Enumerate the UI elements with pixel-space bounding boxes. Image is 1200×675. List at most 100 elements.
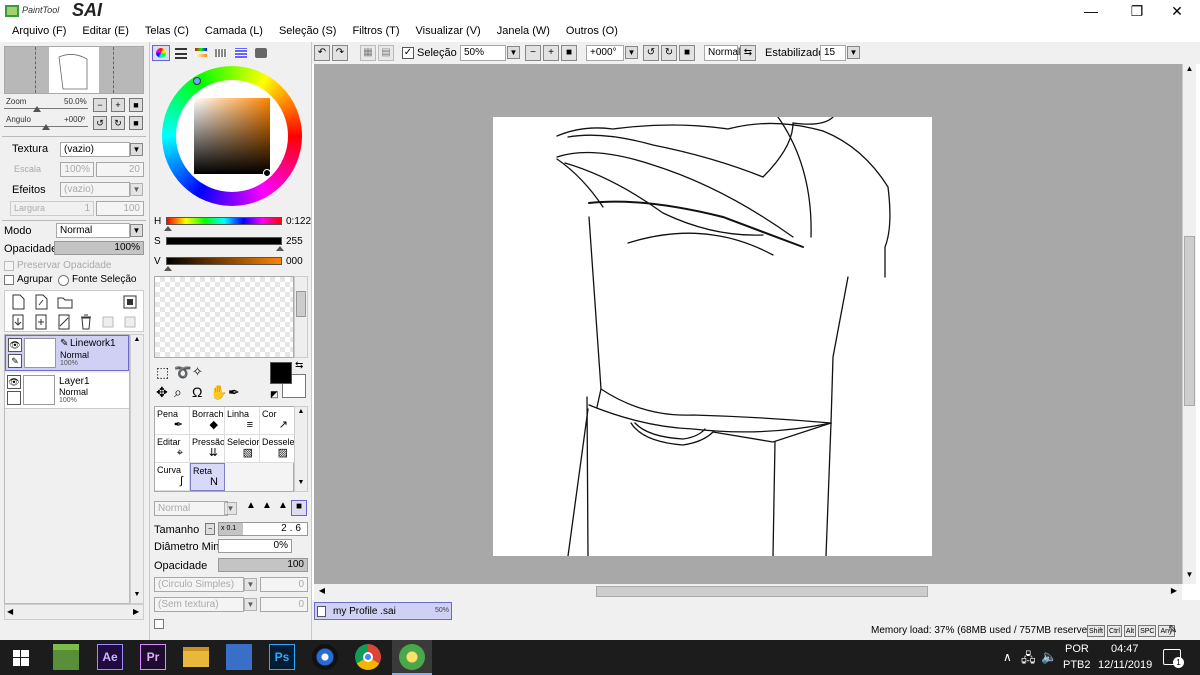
toolbar-rotate-left-button[interactable]: ↺ — [643, 45, 659, 61]
tool-selecior[interactable]: Selecior ▧ — [225, 435, 260, 463]
lasso-icon[interactable]: ➰ — [174, 364, 191, 381]
blend-mode-dropdown-icon[interactable]: ▼ — [130, 224, 143, 237]
value-slider[interactable] — [166, 257, 282, 265]
visual-studio-icon[interactable] — [226, 644, 252, 670]
edge-hard-icon[interactable]: ▲ — [275, 500, 291, 516]
brush-shape-select[interactable]: (Circulo Simples) — [154, 577, 244, 592]
menu-item-editar[interactable]: Editar (E) — [74, 22, 136, 42]
menu-item-outros[interactable]: Outros (O) — [558, 22, 626, 42]
texture-select[interactable]: (vazio) — [60, 142, 130, 157]
brush-lock-icon[interactable]: ✎ — [8, 354, 22, 368]
cinema4d-icon[interactable] — [312, 644, 338, 670]
color-bank-mode-icon[interactable] — [212, 45, 230, 61]
eye-icon[interactable]: 👁 — [8, 338, 22, 352]
hsv-slider-mode-icon[interactable] — [192, 45, 210, 61]
group-checkbox[interactable] — [4, 275, 14, 285]
texture-scale-field[interactable]: 100% — [60, 162, 94, 177]
rotate-icon[interactable]: Ω — [192, 384, 202, 400]
rotate-right-button[interactable]: ↻ — [111, 116, 125, 130]
toolbar-angle-select[interactable]: +000° — [586, 45, 624, 61]
clear-layer-icon[interactable] — [57, 314, 71, 330]
brush-texture-num[interactable]: 0 — [260, 597, 308, 612]
toolbar-zoom-in-button[interactable]: + — [543, 45, 559, 61]
minimize-button[interactable]: — — [1068, 0, 1114, 22]
tool-pressão[interactable]: Pressão ⇊ — [190, 435, 225, 463]
zoom-icon[interactable]: ⌕ — [174, 384, 182, 401]
tool-dessele[interactable]: Dessele ▨ — [260, 435, 295, 463]
toolbar-rotate-right-button[interactable]: ↻ — [661, 45, 677, 61]
invert-selection-button[interactable]: ▤ — [378, 45, 394, 61]
move-icon[interactable]: ✥ — [156, 384, 168, 401]
effects-width-field[interactable]: 1 — [10, 201, 94, 216]
canvas-vscroll-thumb[interactable] — [1184, 236, 1195, 406]
brush-blend-select[interactable]: Normal — [154, 501, 228, 516]
size-multiplier[interactable]: x 0.1 — [219, 523, 243, 535]
undo-button[interactable]: ↶ — [314, 45, 330, 61]
zoom-in-button[interactable]: + — [111, 98, 125, 112]
stabilizer-dropdown-icon[interactable]: ▼ — [847, 46, 860, 59]
canvas-vscroll[interactable]: ▲ ▼ — [1182, 64, 1196, 584]
navigator-preview[interactable] — [4, 46, 144, 94]
tool-grid-scrollbar[interactable]: ▲ ▼ — [294, 406, 308, 492]
swap-colors-icon[interactable]: ⇆ — [295, 360, 303, 371]
layer-row-linework1[interactable]: 👁 ✎ ✎ Linework1 Normal 100% — [5, 335, 129, 371]
scroll-down-icon[interactable]: ▼ — [1183, 570, 1196, 582]
texture-dropdown-icon[interactable]: ▼ — [130, 143, 143, 156]
swatch-area[interactable] — [154, 276, 294, 358]
menu-item-seleção[interactable]: Seleção (S) — [271, 22, 344, 42]
premiere-icon[interactable]: Pr — [140, 644, 166, 670]
layer-mask-icon[interactable] — [123, 295, 137, 309]
brush-shape-dropdown-icon[interactable]: ▼ — [244, 578, 257, 591]
size-decrease-button[interactable]: − — [205, 523, 215, 535]
saturation-slider-thumb[interactable] — [276, 246, 284, 251]
toolbar-zoom-reset-button[interactable]: ■ — [561, 45, 577, 61]
tray-chevron-icon[interactable]: ∧ — [1003, 650, 1012, 664]
hand-icon[interactable]: ✋ — [210, 384, 227, 401]
volume-icon[interactable]: 🔈 — [1041, 649, 1057, 665]
color-wheel-mode-icon[interactable] — [152, 45, 170, 61]
tool-editar[interactable]: Editar ⌖ — [155, 435, 190, 463]
saturation-value-square[interactable] — [194, 98, 270, 174]
clock-time[interactable]: 04:47 — [1111, 643, 1139, 655]
edge-soft-icon[interactable]: ▲ — [243, 500, 259, 516]
keyboard-layout[interactable]: PTB2 — [1063, 659, 1091, 671]
photoshop-icon[interactable]: Ps — [269, 644, 295, 670]
menu-item-janela[interactable]: Janela (W) — [489, 22, 558, 42]
clock-date[interactable]: 12/11/2019 — [1098, 659, 1152, 671]
eyedropper-icon[interactable]: ✒ — [228, 384, 240, 401]
toolbar-rotate-reset-button[interactable]: ■ — [679, 45, 695, 61]
brush-texture-select[interactable]: (Sem textura) — [154, 597, 244, 612]
blend-mode-select[interactable]: Normal — [56, 223, 130, 238]
tool-linha[interactable]: Linha ≡ — [225, 407, 260, 435]
after-effects-icon[interactable]: Ae — [97, 644, 123, 670]
menu-item-telas[interactable]: Telas (C) — [137, 22, 197, 42]
document-tab[interactable]: my Profile .sai 50% — [314, 602, 452, 620]
rotate-reset-button[interactable]: ■ — [129, 116, 143, 130]
selection-checkbox[interactable]: ✓ — [402, 47, 414, 59]
menu-item-camada[interactable]: Camada (L) — [197, 22, 271, 42]
rect-select-icon[interactable]: ⬚ — [156, 364, 169, 381]
new-vector-layer-icon[interactable] — [34, 294, 48, 310]
layer-list-scrollbar[interactable]: ▲ ▼ — [130, 334, 144, 604]
chrome-icon[interactable] — [355, 644, 381, 670]
angle-slider-thumb[interactable] — [42, 124, 50, 130]
edge-medium-icon[interactable]: ▲ — [259, 500, 275, 516]
preserve-opacity-checkbox[interactable] — [4, 261, 14, 271]
rgb-slider-mode-icon[interactable] — [172, 45, 190, 61]
layer-list-hscroll[interactable]: ◀ ▶ — [4, 604, 144, 620]
sai-taskbar-button[interactable] — [392, 640, 432, 675]
scroll-right-icon[interactable]: ▶ — [1168, 586, 1180, 598]
flip-view-button[interactable]: ⇆ — [740, 45, 756, 61]
eye-icon[interactable]: 👁 — [7, 375, 21, 389]
toolbar-zoom-select[interactable]: 50% — [460, 45, 506, 61]
value-slider-thumb[interactable] — [164, 266, 172, 271]
effects-dropdown-icon[interactable]: ▼ — [130, 183, 143, 196]
scroll-up-icon[interactable]: ▲ — [1183, 64, 1196, 76]
tool-curva[interactable]: Curva ∫ — [155, 463, 190, 491]
menu-item-filtros[interactable]: Filtros (T) — [344, 22, 407, 42]
texture-scale-num[interactable]: 20 — [96, 162, 144, 177]
redo-button[interactable]: ↷ — [332, 45, 348, 61]
language-code[interactable]: POR — [1065, 643, 1089, 655]
scroll-left-icon[interactable]: ◀ — [316, 586, 328, 598]
notification-icon[interactable]: 1 — [1163, 649, 1184, 668]
